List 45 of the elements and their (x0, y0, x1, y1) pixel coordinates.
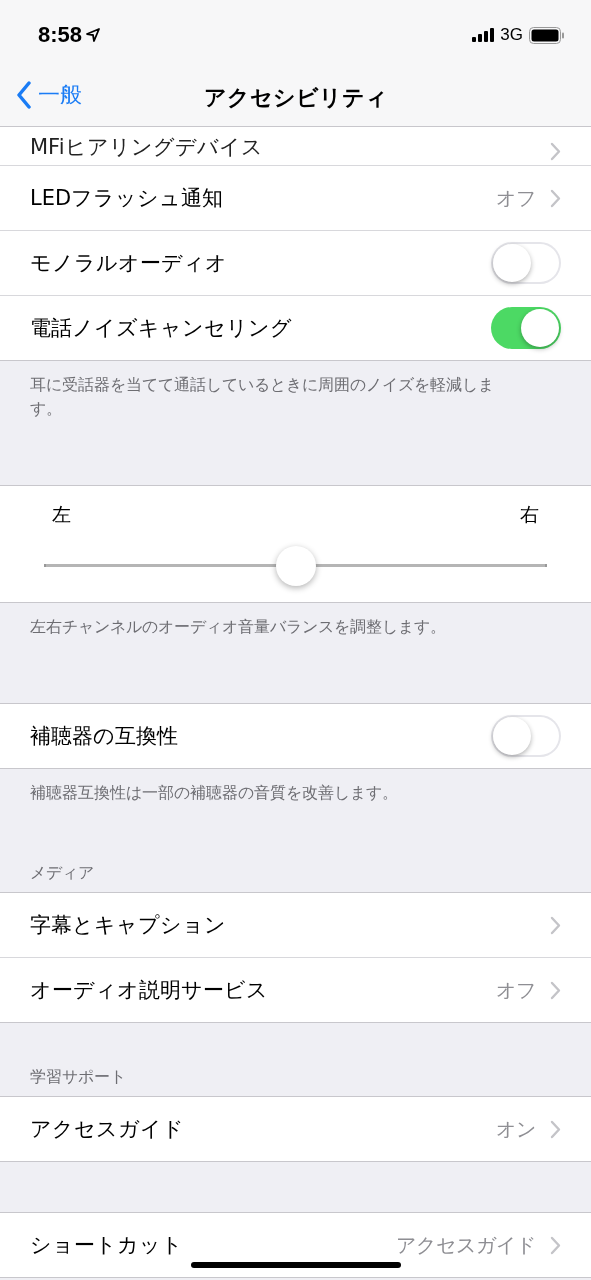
toggle-switch[interactable] (491, 242, 561, 284)
location-arrow-icon (86, 28, 101, 42)
settings-row[interactable]: 字幕とキャプション (0, 893, 591, 957)
section-footer: 補聴器互換性は一部の補聴器の音質を改善します。 (0, 769, 591, 819)
row-value: アクセスガイド (396, 1231, 536, 1259)
network-type: 3G (500, 25, 523, 45)
row-label: 補聴器の互換性 (30, 723, 178, 750)
settings-row[interactable]: LEDフラッシュ通知 オフ (0, 165, 591, 230)
row-value: オフ (496, 976, 536, 1004)
section-footer: 左右チャンネルのオーディオ音量バランスを調整します。 (0, 603, 591, 653)
settings-row[interactable]: MFiヒアリングデバイス (0, 127, 591, 165)
chevron-icon (550, 915, 561, 935)
page-title: アクセシビリティ (203, 84, 388, 112)
row-label: オーディオ説明サービス (30, 977, 268, 1004)
back-button[interactable]: 一般 (16, 80, 82, 110)
settings-row[interactable]: ショートカット アクセスガイド (0, 1213, 591, 1277)
row-label: LEDフラッシュ通知 (30, 185, 224, 212)
toggle-switch[interactable] (491, 715, 561, 757)
chevron-icon (550, 1235, 561, 1255)
section-header: メディア (29, 862, 95, 884)
back-chevron-icon (16, 81, 32, 109)
status-time: 8:58 (38, 22, 83, 48)
row-value: オフ (496, 184, 536, 212)
right-label: 右 (520, 502, 539, 527)
left-label: 左 (52, 502, 71, 527)
settings-row[interactable]: オーディオ説明サービス オフ (0, 957, 591, 1022)
row-label: 字幕とキャプション (30, 912, 226, 939)
chevron-icon (550, 188, 561, 208)
toggle-switch[interactable] (491, 307, 561, 349)
battery-icon (529, 26, 565, 44)
chevron-icon (550, 1119, 561, 1139)
chevron-icon (550, 980, 561, 1000)
row-label: 電話ノイズキャンセリング (30, 315, 292, 342)
row-label: MFiヒアリングデバイス (30, 134, 263, 161)
row-value: オン (496, 1115, 536, 1143)
row-label: ショートカット (30, 1232, 183, 1259)
row-label: モノラルオーディオ (30, 250, 227, 277)
balance-slider[interactable] (44, 546, 547, 586)
settings-row[interactable]: アクセスガイド オン (0, 1097, 591, 1161)
section-footer: 耳に受話器を当てて通話しているときに周囲のノイズを軽減します。 (0, 361, 591, 435)
section-header: 学習サポート (29, 1066, 127, 1088)
chevron-icon (550, 142, 561, 161)
signal-icon (472, 28, 495, 42)
row-label: アクセスガイド (30, 1116, 184, 1143)
slider-thumb[interactable] (275, 546, 316, 586)
